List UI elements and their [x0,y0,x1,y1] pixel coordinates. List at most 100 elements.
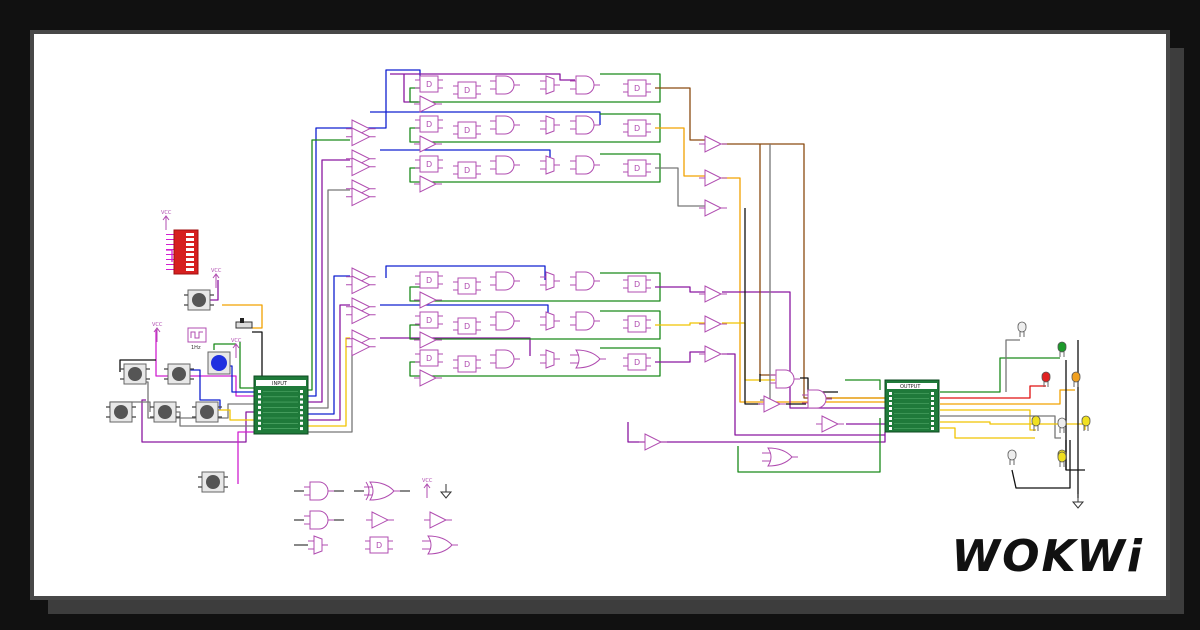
diagram-canvas: VCC VCC VCC VCC 1Hz INPUT D D D D D D D D D D D D D D D D D D OU… [30,30,1170,600]
dff-symbol: D [464,360,470,369]
vcc-label: VCC [422,478,433,484]
dff-symbol: D [426,354,432,363]
or-gate [575,349,601,369]
board-pin [258,427,261,431]
button-cap [192,293,206,307]
and-gate [575,271,595,291]
mux [545,271,555,291]
board-pin [258,405,261,409]
dip-toggle [186,233,194,236]
buffer [419,369,438,387]
buffer [704,135,723,153]
board-pin [889,422,892,425]
mux [545,311,555,331]
wire [940,415,1061,439]
dff-symbol: D [634,320,640,329]
wire [308,127,350,397]
board-pin [889,412,892,415]
led-leads [1009,460,1015,465]
buffer [704,345,723,363]
led-white [1057,417,1067,429]
board-pin [931,397,934,400]
mux [545,349,555,369]
board-pin [931,412,934,415]
buffer [419,95,438,113]
clock-label: 1Hz [191,345,201,351]
wire [737,418,881,473]
wire [655,286,705,293]
wire [213,343,236,350]
board-pin [889,392,892,395]
and-gate [495,349,515,369]
and-gate [495,271,515,291]
dip-toggle [186,243,194,246]
buffer [704,169,723,187]
led-green [1057,341,1067,353]
dff-symbol: D [634,124,640,133]
wire [409,347,661,377]
board-pin [889,427,892,430]
wire [655,322,705,326]
led-yellow [1031,415,1041,427]
buffer [704,199,723,217]
dff-symbol: D [376,541,382,550]
dff-symbol: D [634,164,640,173]
led-white [1007,449,1017,461]
led-orange [1071,371,1081,383]
board-pin [258,421,261,425]
board-pin [889,402,892,405]
dip-toggle [186,253,194,256]
board-pin [300,400,303,404]
led-leads [1059,462,1065,467]
and-gate [495,75,515,95]
board-pin [300,416,303,420]
buffer [644,433,663,451]
dip-switch [173,229,199,275]
board-pin [300,390,303,393]
mux [545,155,555,175]
and-gate [575,155,595,175]
or-gate [767,447,793,467]
led-leads [1059,428,1065,433]
dff-symbol: D [464,166,470,175]
dff-symbol: D [464,86,470,95]
buffer [704,285,723,303]
buffer [821,415,840,433]
vcc-symbol-icon [423,483,431,498]
board-pin [931,392,934,395]
board-pin [258,416,261,420]
button-cap [206,475,220,489]
wire [744,208,760,405]
dip-toggle [186,268,194,271]
button-cap [211,355,227,371]
wire [210,280,219,301]
dff-symbol: D [634,280,640,289]
wokwi-logo: WOKWi [951,531,1144,582]
vcc-label: VCC [152,322,163,328]
vcc-label: VCC [231,338,242,344]
wire [409,153,661,183]
dff-symbol: D [464,322,470,331]
wire [940,427,1035,439]
slide-knob [240,318,244,323]
wire [370,111,601,125]
and-gate [575,75,595,95]
buffer [704,315,723,333]
button-cap [200,405,214,419]
dff-symbol: D [426,160,432,169]
wire [655,87,705,141]
wire [1065,440,1085,471]
board-pin [889,417,892,420]
buffer-icon [371,511,390,529]
board-pin [300,395,303,399]
dip-toggle [186,238,194,241]
dff-symbol: D [426,80,432,89]
wire [409,113,661,143]
wire [166,249,173,262]
xor-arc [365,481,370,501]
wire [308,304,350,421]
dff-symbol: D [464,126,470,135]
board-pin [258,400,261,404]
board-pin [931,417,934,420]
vcc-label: VCC [211,268,222,274]
